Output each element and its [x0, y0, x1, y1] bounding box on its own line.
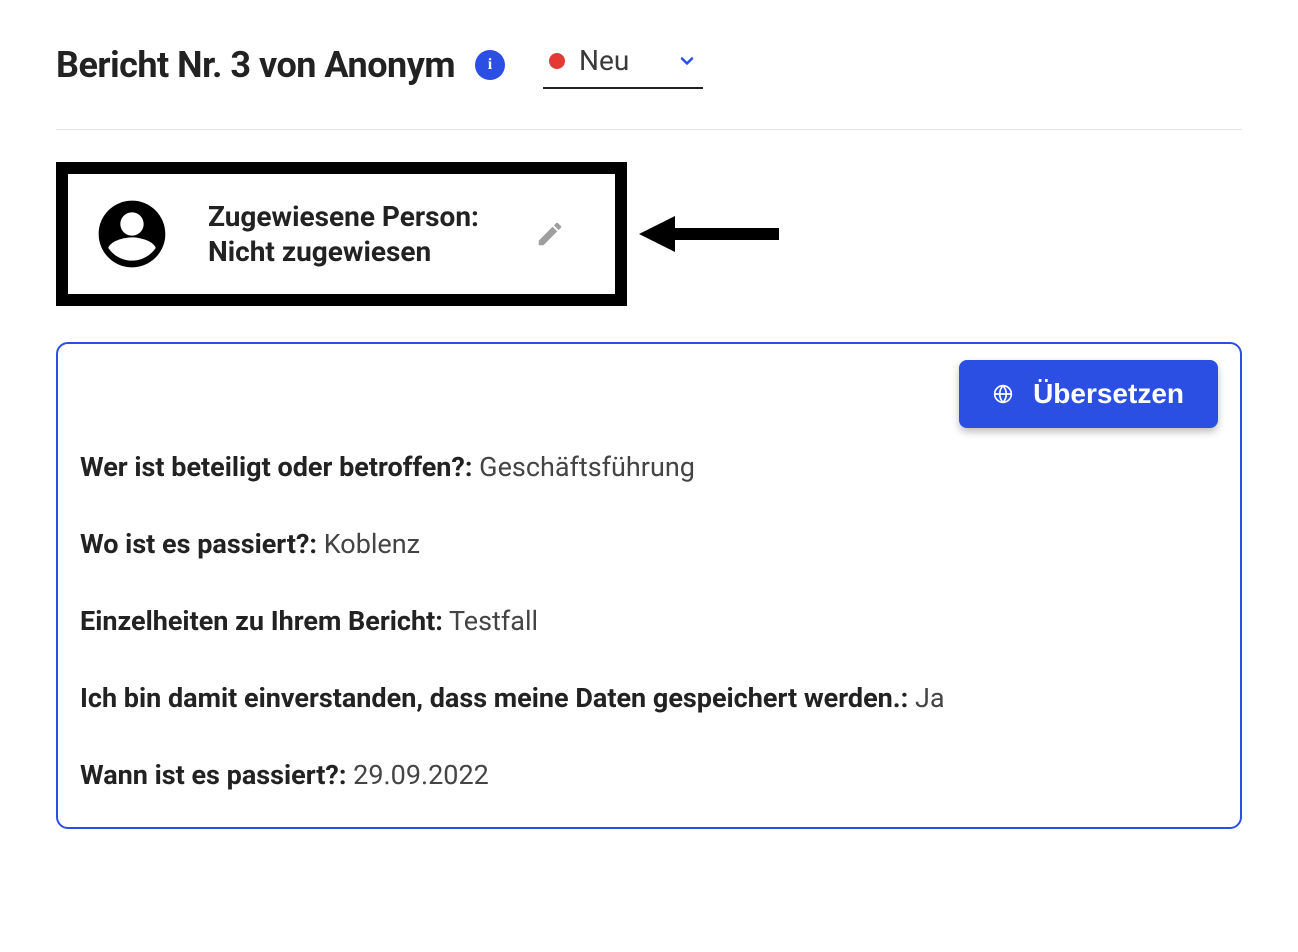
detail-value: Ja — [915, 682, 945, 714]
detail-row: Ich bin damit einverstanden, dass meine … — [80, 681, 1218, 716]
translate-button-label: Übersetzen — [1033, 378, 1184, 410]
edit-assigned-button[interactable] — [535, 219, 565, 249]
avatar-icon — [92, 194, 172, 274]
page-header: Bericht Nr. 3 von Anonym i Neu — [56, 40, 1242, 130]
detail-label: Wann ist es passiert?: — [80, 759, 346, 791]
detail-row: Wer ist beteiligt oder betroffen?: Gesch… — [80, 450, 1218, 485]
status-indicator-dot — [549, 53, 565, 69]
detail-label: Ich bin damit einverstanden, dass meine … — [80, 682, 908, 714]
detail-label: Wo ist es passiert?: — [80, 528, 317, 560]
assigned-value: Nicht zugewiesen — [208, 235, 479, 268]
detail-value: 29.09.2022 — [353, 759, 489, 791]
assigned-person-box: Zugewiesene Person: Nicht zugewiesen — [56, 162, 627, 306]
assigned-label: Zugewiesene Person: — [208, 200, 479, 233]
detail-value: Testfall — [449, 605, 538, 637]
status-dropdown[interactable]: Neu — [543, 40, 703, 89]
detail-label: Wer ist beteiligt oder betroffen?: — [80, 451, 472, 483]
translate-button[interactable]: Übersetzen — [959, 360, 1218, 428]
detail-list: Wer ist beteiligt oder betroffen?: Gesch… — [80, 450, 1218, 793]
detail-row: Wo ist es passiert?: Koblenz — [80, 527, 1218, 562]
detail-row: Einzelheiten zu Ihrem Bericht: Testfall — [80, 604, 1218, 639]
detail-value: Koblenz — [324, 528, 420, 560]
assigned-person-section: Zugewiesene Person: Nicht zugewiesen — [56, 162, 627, 306]
chevron-down-icon — [677, 51, 697, 71]
detail-value: Geschäftsführung — [479, 451, 695, 483]
detail-label: Einzelheiten zu Ihrem Bericht: — [80, 605, 443, 637]
info-icon[interactable]: i — [475, 50, 505, 80]
page-title: Bericht Nr. 3 von Anonym — [56, 44, 455, 86]
report-details-card: Übersetzen Wer ist beteiligt oder betrof… — [56, 342, 1242, 829]
detail-row: Wann ist es passiert?: 29.09.2022 — [80, 758, 1218, 793]
globe-icon — [993, 384, 1013, 404]
arrow-left-icon — [639, 214, 779, 254]
status-label: Neu — [579, 44, 663, 77]
assigned-text-group: Zugewiesene Person: Nicht zugewiesen — [208, 200, 479, 268]
